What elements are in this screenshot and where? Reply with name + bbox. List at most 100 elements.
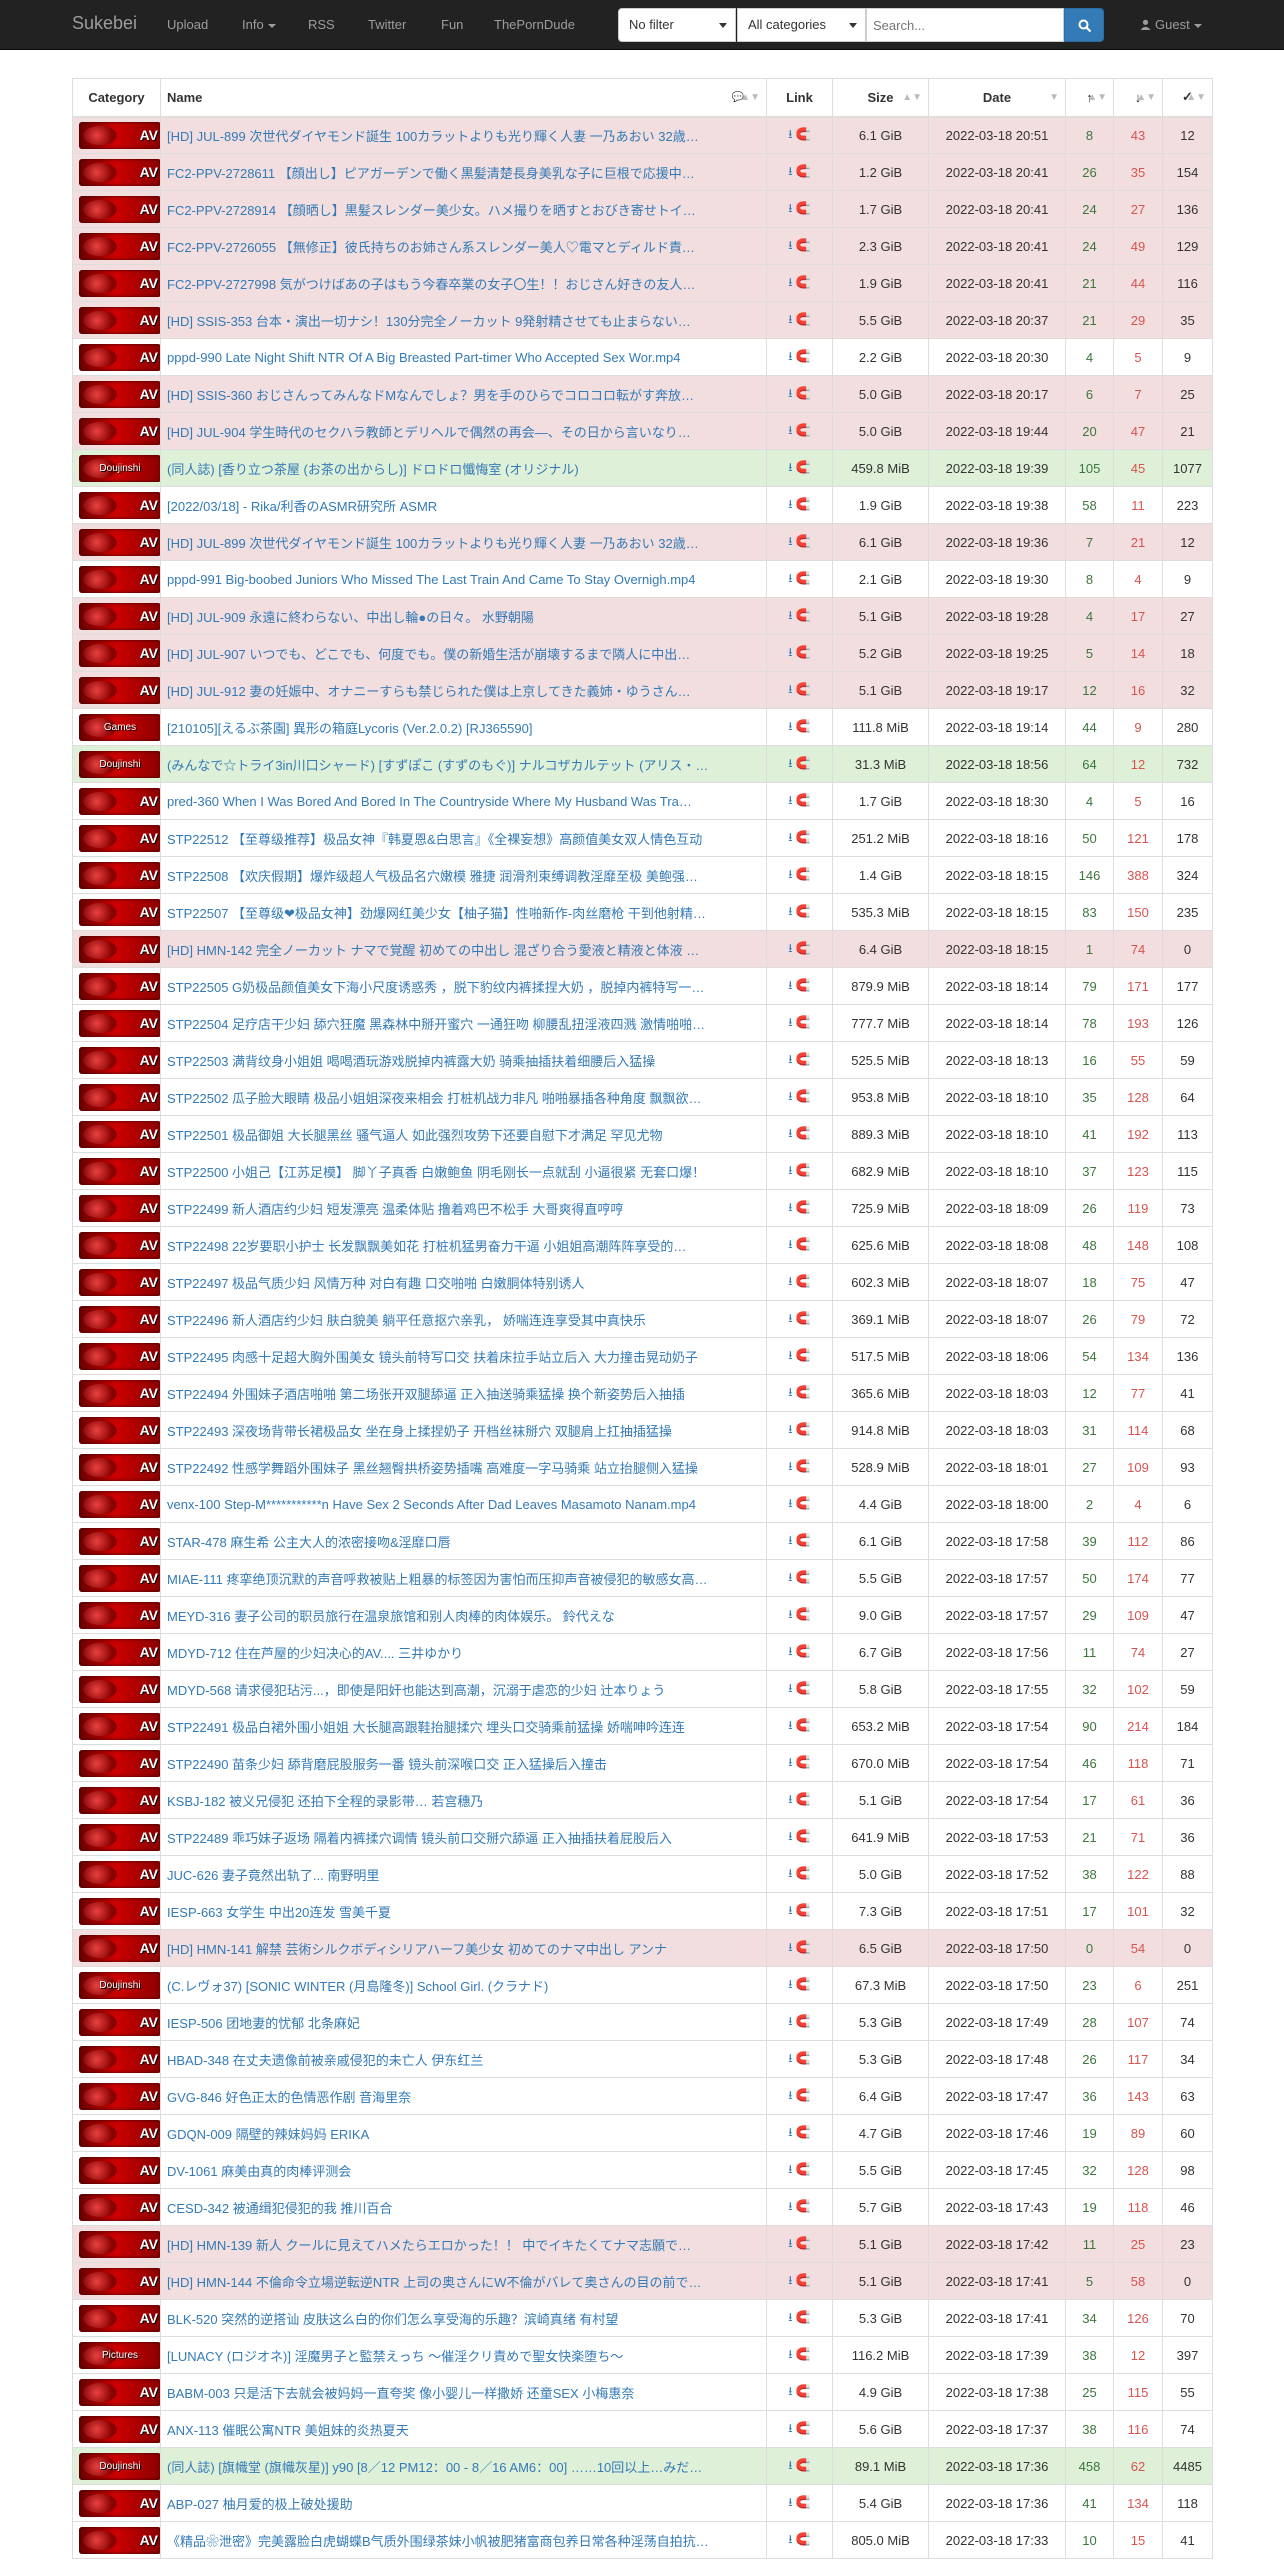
header-size[interactable]: Size ▲▼ [832,78,929,118]
download-icon[interactable]: ⭳ [788,2088,792,2102]
nav-twitter[interactable]: Twitter [368,17,406,32]
category-badge[interactable]: AV [79,2008,160,2036]
torrent-title-link[interactable]: STAR-478 麻生希 公主大人的浓密接吻&淫靡口唇 [167,1535,451,1550]
category-badge[interactable]: AV [79,1157,160,1185]
nav-rss[interactable]: RSS [308,17,335,32]
magnet-icon[interactable]: 🧲 [796,904,811,918]
category-badge[interactable]: AV [79,491,160,519]
category-badge[interactable]: AV [79,2082,160,2110]
torrent-title-link[interactable]: DV-1061 麻美由真的肉棒评测会 [167,2164,351,2179]
torrent-title-link[interactable]: BABM-003 只是活下去就会被妈妈一直夸奖 像小婴儿一样撒娇 还童SEX 小… [167,2386,634,2401]
category-badge[interactable]: AV [79,639,160,667]
magnet-icon[interactable]: 🧲 [796,1681,811,1695]
torrent-title-link[interactable]: JUC-626 妻子竟然出轨了... 南野明里 [167,1868,379,1883]
download-icon[interactable]: ⭳ [788,238,792,252]
torrent-title-link[interactable]: STP22499 新人酒店约少妇 短发漂亮 温柔体贴 撸着鸡巴不松手 大哥爽得直… [167,1202,624,1217]
torrent-title-link[interactable]: STP22502 瓜子脸大眼睛 极品小姐姐深夜来相会 打桩机战力非凡 啪啪暴插各… [167,1091,702,1106]
torrent-title-link[interactable]: [HD] JUL-912 妻の妊娠中、オナニーすらも禁じられた僕は上京してきた義… [167,684,691,699]
torrent-title-link[interactable]: STP22493 深夜场背带长裙极品女 坐在身上揉捏奶子 开档丝袜掰穴 双腿肩上… [167,1424,672,1439]
torrent-title-link[interactable]: IESP-506 团地妻的忧郁 北条麻妃 [167,2016,360,2031]
download-icon[interactable]: ⭳ [788,2495,792,2509]
download-icon[interactable]: ⭳ [788,1089,792,1103]
torrent-title-link[interactable]: STP22512 【至尊级推荐】极品女神『韩夏恩&白思言』《全裸妄想》高颜值美女… [167,832,702,847]
magnet-icon[interactable]: 🧲 [796,1829,811,1843]
torrent-title-link[interactable]: [HD] HMN-141 解禁 芸術シルクボディシリアハーフ美少女 初めてのナマ… [167,1942,667,1957]
category-badge[interactable]: AV [79,824,160,852]
magnet-icon[interactable]: 🧲 [796,2458,811,2472]
magnet-icon[interactable]: 🧲 [796,756,811,770]
magnet-icon[interactable]: 🧲 [796,497,811,511]
download-icon[interactable]: ⭳ [788,1052,792,1066]
torrent-title-link[interactable]: STP22508 【欢庆假期】爆炸级超人气极品名穴嫩模 雅捷 润滑剂束缚调教淫靡… [167,869,698,884]
download-icon[interactable]: ⭳ [788,1940,792,1954]
category-badge[interactable]: AV [79,1823,160,1851]
torrent-title-link[interactable]: [HD] JUL-904 学生時代のセクハラ教師とデリヘルで偶然の再会—、その日… [167,425,691,440]
torrent-title-link[interactable]: STP22492 性感学舞蹈外围妹子 黑丝翘臀拱桥姿势插嘴 高难度一字马骑乘 站… [167,1461,698,1476]
torrent-title-link[interactable]: pppd-990 Late Night Shift NTR Of A Big B… [167,350,681,365]
download-icon[interactable]: ⭳ [788,349,792,363]
torrent-title-link[interactable]: (同人誌) [旗幟堂 (旗幟灰星)] y90 [8／12 PM12：00 - 8… [167,2460,702,2475]
torrent-title-link[interactable]: [2022/03/18] - Rika/利香のASMR研究所 ASMR [167,499,437,514]
header-leechers[interactable]: ↓ ▲▼ [1113,78,1163,118]
category-badge[interactable]: AV [79,269,160,297]
torrent-title-link[interactable]: 《精品❀泄密》完美露脸白虎蝴蝶B气质外围绿茶妹小帆被肥猪富商包养日常各种淫荡自拍… [167,2534,709,2549]
torrent-title-link[interactable]: ABP-027 柚月爱的极上破处援助 [167,2497,353,2512]
magnet-icon[interactable]: 🧲 [796,2199,811,2213]
category-badge[interactable]: Doujinshi [79,750,160,778]
magnet-icon[interactable]: 🧲 [796,2384,811,2398]
download-icon[interactable]: ⭳ [788,1755,792,1769]
magnet-icon[interactable]: 🧲 [796,1533,811,1547]
magnet-icon[interactable]: 🧲 [796,793,811,807]
torrent-title-link[interactable]: STP22505 G奶极品颜值美女下海小尺度诱惑秀 ，脱下豹纹内裤揉捏大奶 ，脱… [167,980,704,995]
header-name[interactable]: Name 💬 ▲▼ [160,78,767,118]
category-badge[interactable]: AV [79,2526,160,2554]
download-icon[interactable]: ⭳ [788,608,792,622]
download-icon[interactable]: ⭳ [788,1015,792,1029]
download-icon[interactable]: ⭳ [788,2384,792,2398]
magnet-icon[interactable]: 🧲 [796,2014,811,2028]
magnet-icon[interactable]: 🧲 [796,1311,811,1325]
magnet-icon[interactable]: 🧲 [796,867,811,881]
magnet-icon[interactable]: 🧲 [796,1755,811,1769]
torrent-title-link[interactable]: GDQN-009 隔壁的辣妹妈妈 ERIKA [167,2127,369,2142]
magnet-icon[interactable]: 🧲 [796,1422,811,1436]
torrent-title-link[interactable]: STP22496 新人酒店约少妇 肤白貌美 躺平任意抠穴亲乳， 娇喘连连享受其中… [167,1313,646,1328]
download-icon[interactable]: ⭳ [788,941,792,955]
magnet-icon[interactable]: 🧲 [796,1903,811,1917]
magnet-icon[interactable]: 🧲 [796,2162,811,2176]
download-icon[interactable]: ⭳ [788,1977,792,1991]
magnet-icon[interactable]: 🧲 [796,2051,811,2065]
torrent-title-link[interactable]: STP22500 小姐己【江苏足模】 脚丫子真香 白嫩鲍鱼 阴毛刚长一点就刮 小… [167,1165,705,1180]
download-icon[interactable]: ⭳ [788,2125,792,2139]
download-icon[interactable]: ⭳ [788,1163,792,1177]
category-badge[interactable]: AV [79,602,160,630]
download-icon[interactable]: ⭳ [788,386,792,400]
torrent-title-link[interactable]: KSBJ-182 被义兄侵犯 还拍下全程的录影带… 若宫穗乃 [167,1794,483,1809]
category-badge[interactable]: AV [79,1527,160,1555]
torrent-title-link[interactable]: (同人誌) [香り立つ茶屋 (お茶の出からし)] ドロドロ懺悔室 (オリジナル) [167,462,579,477]
nav-upload[interactable]: Upload [167,17,208,32]
nav-theporndude[interactable]: ThePornDude [494,17,575,32]
torrent-title-link[interactable]: [LUNACY (ロジオネ)] 淫魔男子と監禁えっち ～催淫クリ責めで聖女快楽堕… [167,2349,623,2364]
torrent-title-link[interactable]: STP22507 【至尊级❤极品女神】劲爆网红美少女【柚子猫】性啪新作-肉丝磨枪… [167,906,706,921]
magnet-icon[interactable]: 🧲 [796,2273,811,2287]
torrent-title-link[interactable]: [HD] JUL-899 次世代ダイヤモンド誕生 100カラットよりも光り輝く人… [167,129,699,144]
download-icon[interactable]: ⭳ [788,978,792,992]
category-badge[interactable]: AV [79,2378,160,2406]
download-icon[interactable]: ⭳ [788,1459,792,1473]
download-icon[interactable]: ⭳ [788,534,792,548]
download-icon[interactable]: ⭳ [788,1866,792,1880]
category-badge[interactable]: AV [79,2489,160,2517]
category-badge[interactable]: AV [79,1675,160,1703]
download-icon[interactable]: ⭳ [788,2014,792,2028]
magnet-icon[interactable]: 🧲 [796,1866,811,1880]
torrent-title-link[interactable]: STP22489 乖巧妹子返场 隔着内裤揉穴调情 镜头前口交掰穴舔逼 正入抽插扶… [167,1831,672,1846]
torrent-title-link[interactable]: MEYD-316 妻子公司的职员旅行在温泉旅馆和别人肉棒的肉体娱乐。 鈴代えな [167,1609,615,1624]
category-badge[interactable]: AV [79,2156,160,2184]
download-icon[interactable]: ⭳ [788,164,792,178]
category-badge[interactable]: AV [79,2193,160,2221]
category-badge[interactable]: AV [79,2304,160,2332]
magnet-icon[interactable]: 🧲 [796,275,811,289]
magnet-icon[interactable]: 🧲 [796,127,811,141]
category-badge[interactable]: AV [79,1786,160,1814]
